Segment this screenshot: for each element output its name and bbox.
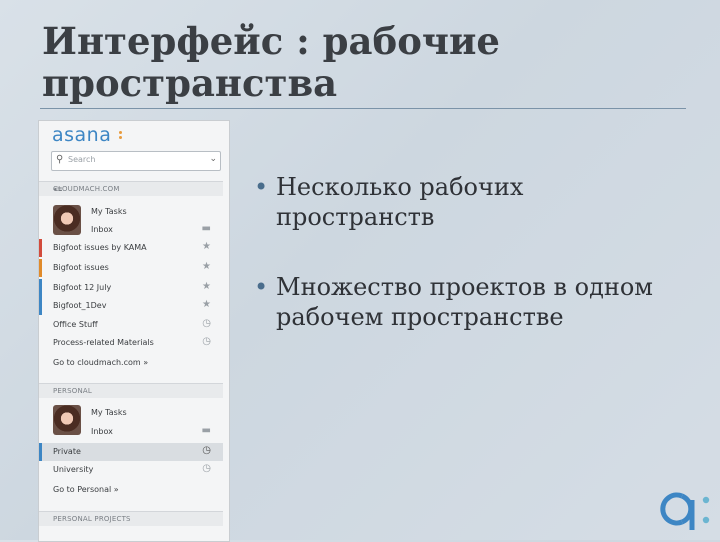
workspace-header-personal[interactable]: PERSONAL <box>39 383 223 398</box>
clock-icon[interactable]: ◷ <box>202 445 211 456</box>
go-to-workspace-link[interactable]: Go to Personal » <box>39 481 223 499</box>
logo-dots-icon <box>119 131 122 141</box>
go-to-label: Go to Personal » <box>53 485 119 494</box>
project-label: Bigfoot 12 July <box>53 283 112 292</box>
my-tasks-link[interactable]: My Tasks <box>39 203 223 221</box>
chevron-down-icon[interactable]: ⌄ <box>209 154 217 164</box>
my-tasks-label: My Tasks <box>91 207 127 216</box>
workspace-name: PERSONAL <box>53 387 92 395</box>
inbox-icon: ▬ <box>201 223 211 234</box>
project-label: Bigfoot issues by KAMA <box>53 243 147 252</box>
project-item[interactable]: Bigfoot issues ★ <box>39 259 223 277</box>
bullet-text: Множество проектов в одном рабочем прост… <box>276 273 653 331</box>
bullet-text: Несколько рабочих пространств <box>276 173 524 231</box>
workspace-name: PERSONAL PROJECTS <box>53 515 131 523</box>
collapse-sidebar-icon[interactable]: ◂≡ <box>53 185 217 193</box>
project-item[interactable]: Bigfoot_1Dev ★ <box>39 297 223 315</box>
my-tasks-label: My Tasks <box>91 408 127 417</box>
project-item[interactable]: Office Stuff ◷ <box>39 316 223 334</box>
star-icon[interactable]: ★ <box>202 281 211 292</box>
inbox-label: Inbox <box>91 427 113 436</box>
star-icon[interactable]: ★ <box>202 241 211 252</box>
project-item[interactable]: Process-related Materials ◷ <box>39 334 223 352</box>
inbox-label: Inbox <box>91 225 113 234</box>
asana-logo-icon <box>660 492 710 530</box>
go-to-workspace-link[interactable]: Go to cloudmach.com » <box>39 354 223 372</box>
clock-icon[interactable]: ◷ <box>202 463 211 474</box>
clock-icon[interactable]: ◷ <box>202 318 211 329</box>
workspace-header-cloudmach[interactable]: CLOUDMACH.COM ◂≡ <box>39 181 223 196</box>
inbox-link[interactable]: Inbox ▬ <box>39 423 223 441</box>
project-label: Office Stuff <box>53 320 98 329</box>
project-item-selected[interactable]: Private ◷ <box>39 443 223 461</box>
search-icon: ⚲ <box>56 154 64 165</box>
search-placeholder: Search <box>68 155 96 164</box>
project-item[interactable]: Bigfoot 12 July ★ <box>39 279 223 297</box>
bullet-dot-icon: • <box>254 173 269 201</box>
project-label: Private <box>53 447 81 456</box>
bullet-dot-icon: • <box>254 273 269 301</box>
asana-logo: asana <box>52 124 112 146</box>
go-to-label: Go to cloudmach.com » <box>53 358 149 367</box>
star-icon[interactable]: ★ <box>202 261 211 272</box>
search-input[interactable]: ⚲ Search ⌄ <box>51 151 221 171</box>
bullet-item: • Несколько рабочих пространств <box>254 172 684 232</box>
my-tasks-link[interactable]: My Tasks <box>39 404 223 422</box>
project-label: Process-related Materials <box>53 338 154 347</box>
title-divider <box>40 108 686 109</box>
workspace-header-personal-projects[interactable]: PERSONAL PROJECTS <box>39 511 223 526</box>
inbox-link[interactable]: Inbox ▬ <box>39 221 223 239</box>
star-icon[interactable]: ★ <box>202 299 211 310</box>
project-item[interactable]: University ◷ <box>39 461 223 479</box>
inbox-icon: ▬ <box>201 425 211 436</box>
slide-title: Интерфейс : рабочие пространства <box>42 19 500 105</box>
project-label: Bigfoot_1Dev <box>53 301 107 310</box>
asana-sidebar-screenshot: asana ⚲ Search ⌄ CLOUDMACH.COM ◂≡ My Tas… <box>38 120 230 542</box>
bullet-item: • Множество проектов в одном рабочем про… <box>254 272 684 332</box>
project-label: Bigfoot issues <box>53 263 109 272</box>
clock-icon[interactable]: ◷ <box>202 336 211 347</box>
bullet-list: • Несколько рабочих пространств • Множес… <box>254 172 684 372</box>
project-label: University <box>53 465 94 474</box>
project-item[interactable]: Bigfoot issues by KAMA ★ <box>39 239 223 257</box>
